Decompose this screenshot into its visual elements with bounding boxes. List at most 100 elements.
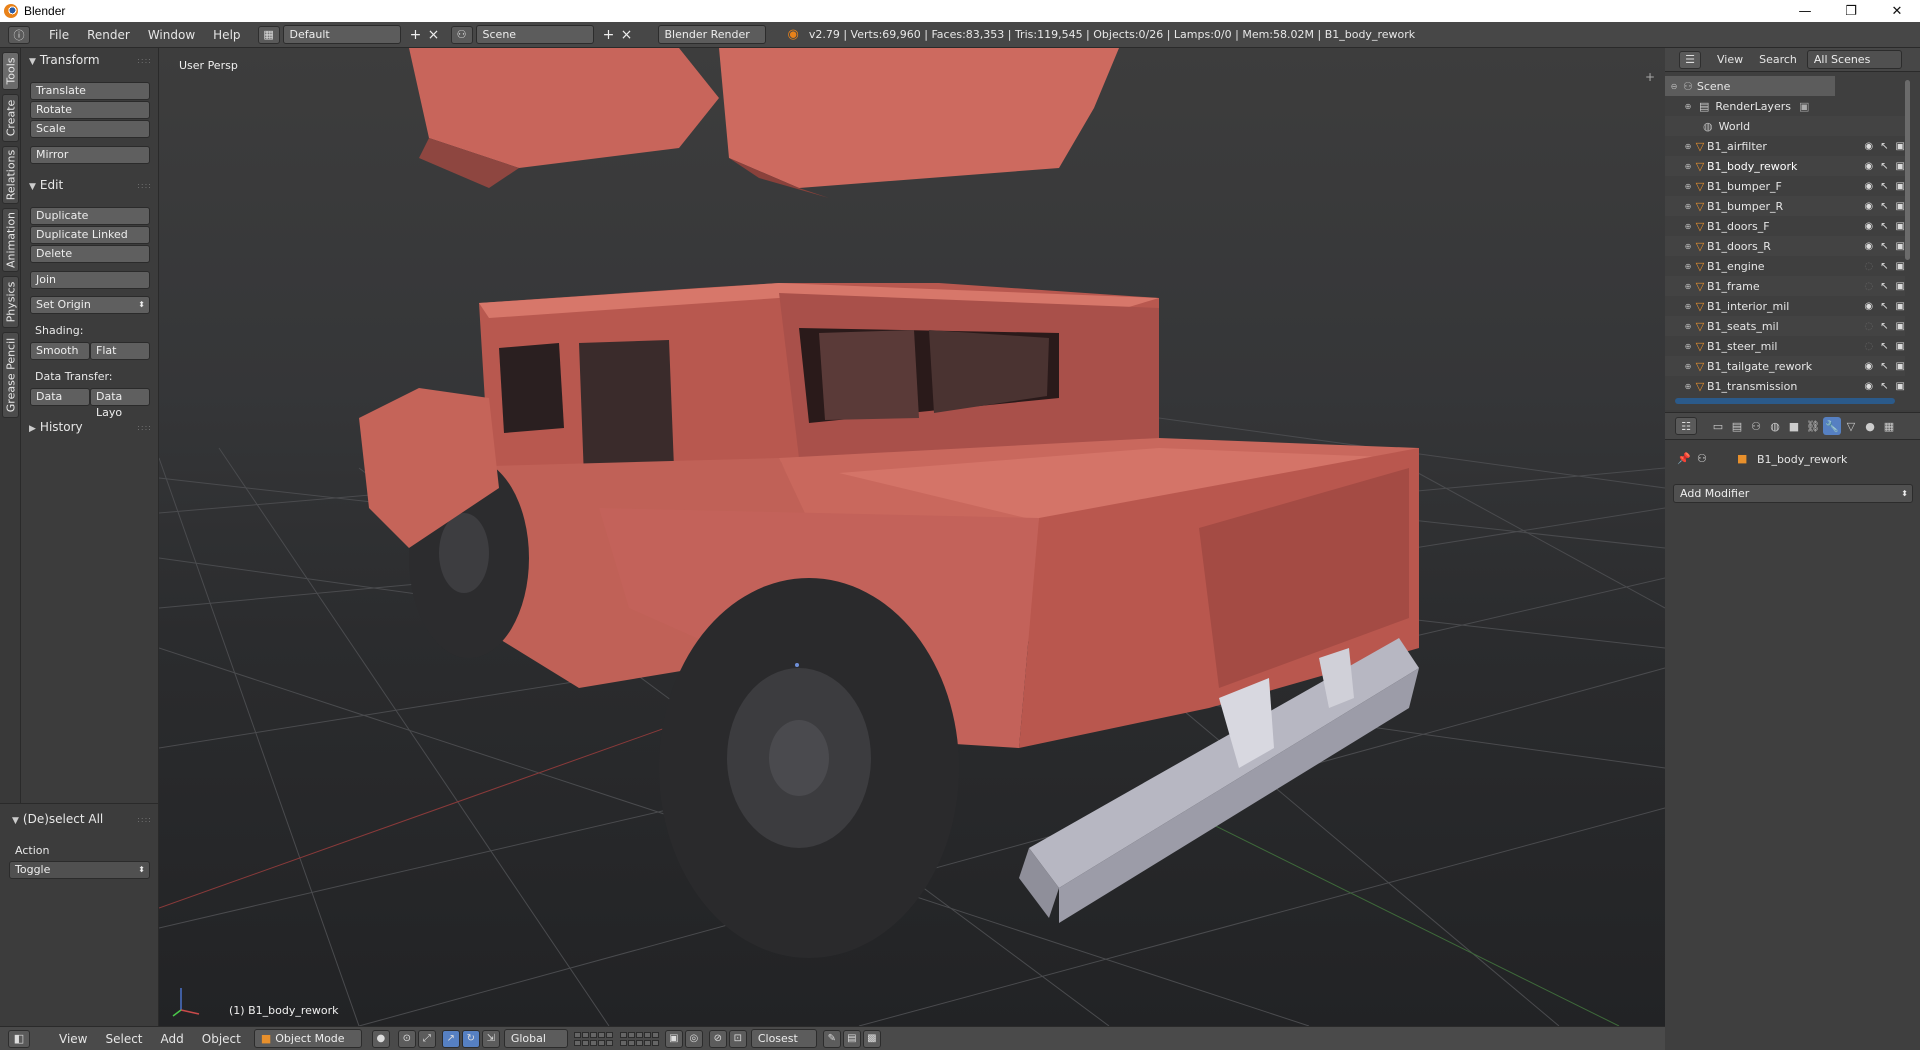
layer-grid[interactable] bbox=[573, 1031, 659, 1046]
history-panel-header[interactable]: ▶ History bbox=[29, 420, 83, 434]
join-button[interactable]: Join bbox=[30, 271, 150, 289]
manipulator-toggle-icon[interactable]: ⤢ bbox=[417, 1029, 436, 1048]
scene-field[interactable]: Scene bbox=[475, 25, 594, 44]
object-tab-icon[interactable]: ■ bbox=[1785, 417, 1803, 435]
render-layers-tab-icon[interactable]: ▤ bbox=[1728, 417, 1746, 435]
outliner-row-object[interactable]: ⊕ ▽ B1_tailgate_rework ◉ ↖ ▣ bbox=[1665, 356, 1905, 376]
properties-editor-type-icon[interactable]: ☷ bbox=[1675, 417, 1697, 435]
render-engine-select[interactable]: Blender Render bbox=[657, 25, 766, 44]
outliner-row-object[interactable]: ⊕ ▽ B1_transmission ◉ ↖ ▣ bbox=[1665, 376, 1905, 396]
scale-button[interactable]: Scale bbox=[30, 120, 150, 138]
add-layout-icon[interactable]: + bbox=[407, 27, 425, 43]
snap-toggle-icon[interactable]: ⊘ bbox=[708, 1029, 727, 1048]
render-animation-icon[interactable]: ▤ bbox=[842, 1029, 861, 1048]
outliner-row-object[interactable]: ⊕ ▽ B1_airfilter ◉ ↖ ▣ bbox=[1665, 136, 1905, 156]
transform-orientation-select[interactable]: Global bbox=[503, 1029, 568, 1048]
data-layout-transfer-button[interactable]: Data Layo bbox=[90, 388, 150, 419]
outliner-row-object[interactable]: ⊕ ▽ B1_engine ◌ ↖ ▣ bbox=[1665, 256, 1905, 276]
opengl-render-icon[interactable]: ✎ bbox=[822, 1029, 841, 1048]
outliner-display-mode-select[interactable]: All Scenes bbox=[1806, 50, 1902, 69]
menu-file[interactable]: File bbox=[40, 28, 78, 42]
translate-manipulator-icon[interactable]: ↗ bbox=[441, 1029, 460, 1048]
outliner-row-object[interactable]: ⊕ ▽ B1_interior_mil ◉ ↖ ▣ bbox=[1665, 296, 1905, 316]
set-origin-select[interactable]: Set Origin ⬍ bbox=[30, 296, 150, 314]
outliner-row-object[interactable]: ⊕ ▽ B1_doors_R ◉ ↖ ▣ bbox=[1665, 236, 1905, 256]
world-tab-icon[interactable]: ◍ bbox=[1766, 417, 1784, 435]
outliner-menu-view[interactable]: View bbox=[1709, 53, 1751, 66]
menu-add[interactable]: Add bbox=[152, 1032, 193, 1046]
snap-target-select[interactable]: Closest bbox=[750, 1029, 817, 1048]
add-modifier-select[interactable]: Add Modifier ⬍ bbox=[1673, 484, 1913, 503]
outliner-row-object[interactable]: ⊕ ▽ B1_body_rework ◉ ↖ ▣ bbox=[1665, 156, 1905, 176]
viewport-corner-plus-icon[interactable]: + bbox=[1645, 70, 1655, 84]
remove-layout-icon[interactable]: × bbox=[425, 27, 443, 43]
outliner-row-object[interactable]: ⊕ ▽ B1_seats_mil ◌ ↖ ▣ bbox=[1665, 316, 1905, 336]
modifiers-wrench-tab-icon[interactable]: 🔧 bbox=[1823, 417, 1841, 435]
render-tab-icon[interactable]: ▭ bbox=[1709, 417, 1727, 435]
outliner-row-world[interactable]: ◍ World bbox=[1665, 116, 1905, 136]
proportional-edit-icon[interactable]: ◎ bbox=[684, 1029, 703, 1048]
duplicate-button[interactable]: Duplicate bbox=[30, 207, 150, 225]
transform-panel-header[interactable]: ▼ Transform bbox=[29, 53, 100, 67]
translate-button[interactable]: Translate bbox=[30, 82, 150, 100]
smooth-button[interactable]: Smooth bbox=[30, 342, 90, 360]
tab-create[interactable]: Create bbox=[2, 94, 19, 142]
pivot-point-icon[interactable]: ⊙ bbox=[397, 1029, 416, 1048]
tab-grease-pencil[interactable]: Grease Pencil bbox=[2, 332, 19, 418]
action-select[interactable]: Toggle ⬍ bbox=[9, 861, 150, 879]
outliner-vertical-scrollbar[interactable] bbox=[1905, 80, 1910, 260]
info-editor-type-icon[interactable]: ⓘ bbox=[8, 25, 30, 44]
scale-manipulator-icon[interactable]: ⇲ bbox=[481, 1029, 500, 1048]
data-transfer-button[interactable]: Data bbox=[30, 388, 90, 406]
duplicate-linked-button[interactable]: Duplicate Linked bbox=[30, 226, 150, 244]
menu-window[interactable]: Window bbox=[139, 28, 204, 42]
constraints-tab-icon[interactable]: ⛓ bbox=[1804, 417, 1822, 435]
add-scene-icon[interactable]: + bbox=[600, 27, 618, 43]
data-tab-icon[interactable]: ▽ bbox=[1842, 417, 1860, 435]
tab-tools[interactable]: Tools bbox=[2, 52, 19, 90]
tab-relations[interactable]: Relations bbox=[2, 146, 19, 204]
render-still-icon[interactable]: ▩ bbox=[862, 1029, 881, 1048]
pin-icon[interactable]: 📌 bbox=[1677, 452, 1691, 465]
rotate-manipulator-icon[interactable]: ↻ bbox=[461, 1029, 480, 1048]
outliner-row-object[interactable]: ⊕ ▽ B1_frame ◌ ↖ ▣ bbox=[1665, 276, 1905, 296]
outliner-menu-search[interactable]: Search bbox=[1751, 53, 1805, 66]
screen-layout-icon[interactable]: ▦ bbox=[257, 25, 280, 44]
close-button[interactable]: ✕ bbox=[1874, 0, 1920, 22]
edit-panel-header[interactable]: ▼ Edit bbox=[29, 178, 63, 192]
restore-button[interactable]: ❐ bbox=[1828, 0, 1874, 22]
viewport-shading-icon[interactable]: ● bbox=[371, 1029, 390, 1048]
3d-viewport[interactable]: User Persp (1) B1_body_rework + bbox=[159, 48, 1665, 1026]
layer-lock-icon[interactable]: ▣ bbox=[664, 1029, 683, 1048]
3d-view-editor-type-icon[interactable]: ◧ bbox=[8, 1029, 30, 1048]
scene-icon[interactable]: ⚇ bbox=[450, 25, 473, 44]
outliner-editor-type-icon[interactable]: ☰ bbox=[1679, 50, 1701, 69]
menu-render[interactable]: Render bbox=[78, 28, 139, 42]
delete-button[interactable]: Delete bbox=[30, 245, 150, 263]
outliner-row-object[interactable]: ⊕ ▽ B1_steer_mil ◌ ↖ ▣ bbox=[1665, 336, 1905, 356]
menu-select[interactable]: Select bbox=[96, 1032, 151, 1046]
texture-tab-icon[interactable]: ▦ bbox=[1880, 417, 1898, 435]
scene-tab-icon[interactable]: ⚇ bbox=[1747, 417, 1765, 435]
tab-animation[interactable]: Animation bbox=[2, 208, 19, 272]
mirror-button[interactable]: Mirror bbox=[30, 146, 150, 164]
outliner-row-object[interactable]: ⊕ ▽ B1_bumper_R ◉ ↖ ▣ bbox=[1665, 196, 1905, 216]
material-tab-icon[interactable]: ● bbox=[1861, 417, 1879, 435]
menu-view[interactable]: View bbox=[50, 1032, 96, 1046]
outliner-horizontal-scrollbar[interactable] bbox=[1675, 398, 1895, 404]
menu-help[interactable]: Help bbox=[204, 28, 249, 42]
deselect-all-panel-header[interactable]: ▼ (De)select All bbox=[12, 812, 103, 826]
outliner-row-scene[interactable]: ⊖ ⚇ Scene bbox=[1665, 76, 1835, 96]
snap-element-icon[interactable]: ⊡ bbox=[728, 1029, 747, 1048]
flat-button[interactable]: Flat bbox=[90, 342, 150, 360]
remove-scene-icon[interactable]: × bbox=[618, 27, 636, 43]
outliner-row-object[interactable]: ⊕ ▽ B1_doors_F ◉ ↖ ▣ bbox=[1665, 216, 1905, 236]
screen-layout-field[interactable]: Default bbox=[282, 25, 401, 44]
outliner-row-object[interactable]: ⊕ ▽ B1_bumper_F ◉ ↖ ▣ bbox=[1665, 176, 1905, 196]
tab-physics[interactable]: Physics bbox=[2, 276, 19, 328]
minimize-button[interactable]: — bbox=[1782, 0, 1828, 22]
outliner-row-renderlayers[interactable]: ⊕ ▤ RenderLayers ▣ bbox=[1665, 96, 1905, 116]
rotate-button[interactable]: Rotate bbox=[30, 101, 150, 119]
menu-object[interactable]: Object bbox=[193, 1032, 250, 1046]
mode-select[interactable]: ■ Object Mode bbox=[253, 1029, 362, 1048]
